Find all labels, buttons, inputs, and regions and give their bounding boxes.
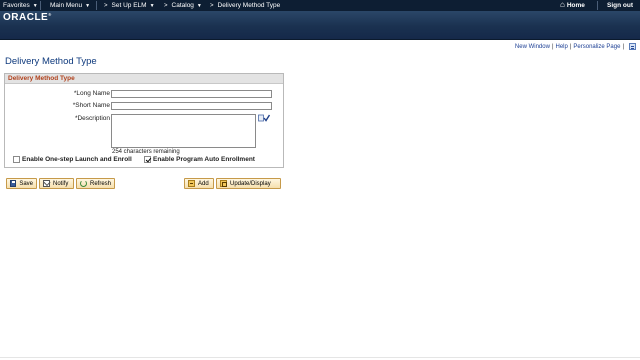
- page-bottom-divider: [0, 357, 640, 358]
- link-separator: |: [569, 44, 572, 51]
- spell-check-icon[interactable]: [258, 114, 270, 122]
- one-step-launch-checkbox[interactable]: [13, 156, 20, 163]
- personalize-page-link[interactable]: Personalize Page: [573, 44, 620, 50]
- breadcrumb-set-up-elm[interactable]: > Set Up ELM ▼: [104, 0, 155, 11]
- chevron-down-icon: ▼: [32, 3, 38, 9]
- save-icon: [10, 180, 17, 187]
- save-label: Save: [19, 180, 33, 187]
- refresh-icon: [80, 180, 87, 187]
- home-icon: ⌂: [560, 0, 565, 9]
- auto-enrollment-checkbox[interactable]: [144, 156, 151, 163]
- update-display-label: Update/Display: [230, 180, 271, 187]
- logo-text: ORACLE: [3, 12, 49, 23]
- long-name-input[interactable]: [111, 90, 272, 98]
- nav-divider: [40, 1, 41, 10]
- save-button[interactable]: Save: [6, 178, 37, 189]
- link-separator: |: [551, 44, 554, 51]
- nav-divider: [597, 1, 598, 10]
- help-link[interactable]: Help: [556, 44, 568, 50]
- sign-out-label: Sign out: [607, 2, 633, 9]
- breadcrumb-label: Catalog: [171, 2, 194, 9]
- auto-enrollment-label: Enable Program Auto Enrollment: [153, 156, 255, 163]
- refresh-button[interactable]: Refresh: [76, 178, 115, 189]
- link-separator: |: [622, 44, 624, 51]
- personalize-grid-icon[interactable]: [629, 43, 636, 50]
- favorites-menu[interactable]: Favorites ▼: [3, 0, 38, 11]
- sign-out-link[interactable]: Sign out: [607, 0, 633, 11]
- page-title: Delivery Method Type: [5, 56, 97, 67]
- update-display-button[interactable]: Update/Display: [216, 178, 281, 189]
- home-label: Home: [566, 2, 585, 9]
- refresh-label: Refresh: [89, 180, 111, 187]
- chevron-right-icon: >: [210, 3, 214, 9]
- branding-header: ORACLE®: [0, 11, 640, 40]
- home-link[interactable]: ⌂ Home: [560, 0, 585, 11]
- chevron-down-icon: ▼: [196, 3, 202, 9]
- breadcrumb-label: Delivery Method Type: [217, 2, 281, 9]
- chevron-down-icon: ▼: [149, 3, 155, 9]
- description-textarea[interactable]: [111, 114, 256, 148]
- breadcrumb-label: Set Up ELM: [111, 2, 147, 9]
- chevron-down-icon: ▼: [85, 3, 91, 9]
- utility-links: New Window | Help | Personalize Page |: [515, 43, 636, 52]
- breadcrumb-catalog[interactable]: > Catalog ▼: [164, 0, 202, 11]
- delivery-method-type-group: Delivery Method Type *Long Name *Short N…: [4, 73, 284, 168]
- long-name-label: *Long Name: [73, 90, 110, 97]
- add-button[interactable]: Add: [184, 178, 214, 189]
- short-name-label: *Short Name: [72, 102, 110, 109]
- chevron-right-icon: >: [164, 3, 168, 9]
- notify-button[interactable]: Notify: [39, 178, 74, 189]
- one-step-launch-label: Enable One-step Launch and Enroll: [22, 156, 132, 163]
- breadcrumb-current: > Delivery Method Type: [210, 0, 280, 11]
- group-title: Delivery Method Type: [5, 74, 283, 84]
- main-menu-label: Main Menu: [50, 2, 83, 9]
- notify-label: Notify: [53, 180, 69, 187]
- favorites-label: Favorites: [3, 2, 30, 9]
- short-name-input[interactable]: [111, 102, 272, 110]
- chevron-right-icon: >: [104, 3, 108, 9]
- notify-icon: [43, 180, 50, 187]
- add-label: Add: [198, 180, 209, 187]
- main-menu[interactable]: Main Menu ▼: [50, 0, 90, 11]
- update-display-icon: [220, 180, 227, 187]
- characters-remaining: 254 characters remaining: [112, 149, 180, 155]
- description-label: *Description: [74, 115, 110, 122]
- top-nav-bar: Favorites ▼ Main Menu ▼ > Set Up ELM ▼ > Cata…: [0, 0, 640, 11]
- add-icon: [188, 180, 195, 187]
- new-window-link[interactable]: New Window: [515, 44, 550, 50]
- nav-divider: [96, 1, 97, 10]
- oracle-logo: ORACLE®: [3, 12, 52, 23]
- registered-mark-icon: ®: [48, 12, 52, 17]
